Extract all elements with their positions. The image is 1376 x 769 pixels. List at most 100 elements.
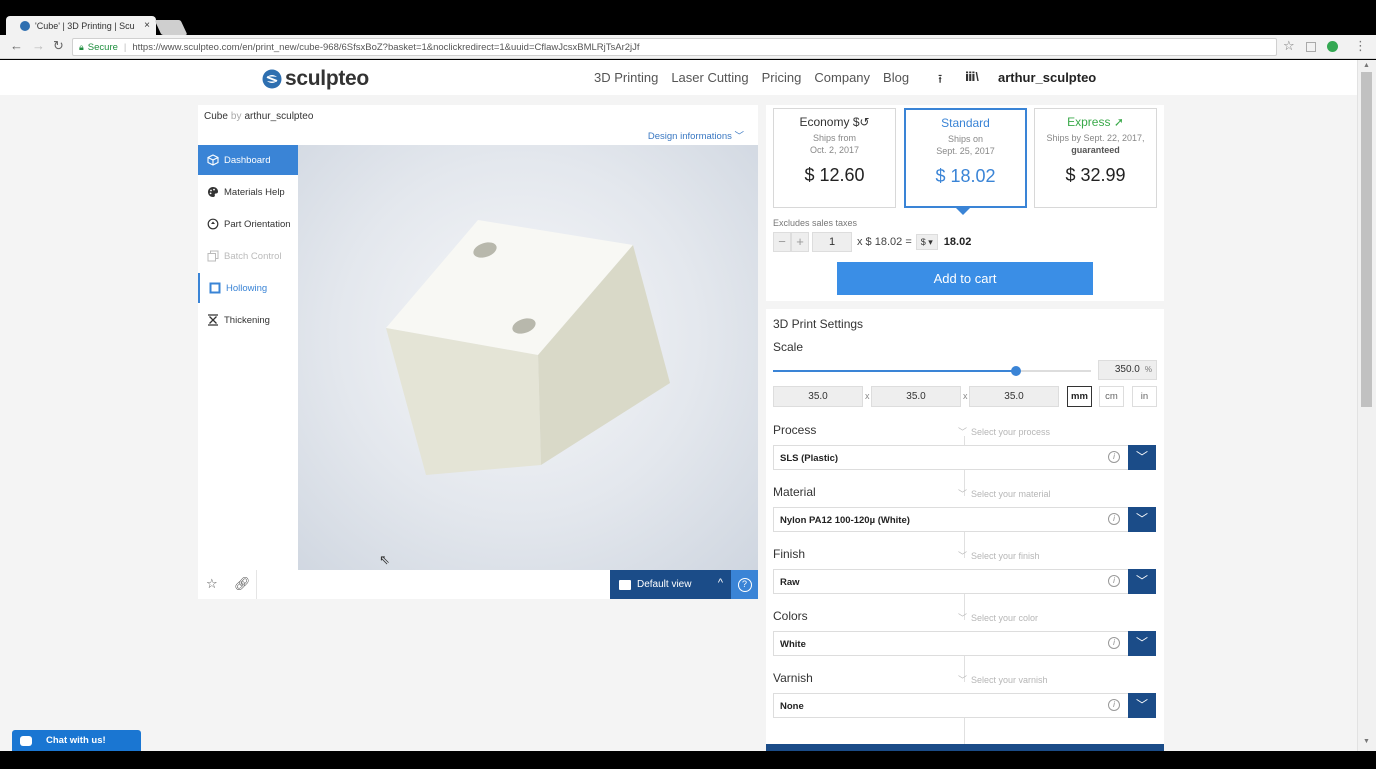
- colors-select[interactable]: White i ﹀: [773, 631, 1156, 656]
- tier-name: Economy $↺: [799, 115, 870, 129]
- info-icon[interactable]: i: [1108, 699, 1120, 711]
- default-view-button[interactable]: Default view ^: [610, 570, 731, 599]
- cube-model: [386, 220, 670, 475]
- tier-name: Express ➚: [1067, 115, 1124, 129]
- nav-blog[interactable]: Blog: [883, 70, 909, 85]
- scale-label: Scale: [773, 340, 804, 354]
- scroll-thumb[interactable]: [1361, 72, 1372, 407]
- grammarly-icon[interactable]: [1327, 41, 1338, 52]
- sidebar-item-batch-control[interactable]: Batch Control: [198, 241, 298, 271]
- chevron-down-icon[interactable]: ﹀: [1128, 569, 1156, 594]
- page-scrollbar[interactable]: ▲ ▼: [1357, 60, 1376, 751]
- unit-in-button[interactable]: in: [1132, 386, 1157, 407]
- letterbox-top: [0, 0, 1376, 8]
- info-icon[interactable]: i: [1108, 575, 1120, 587]
- selected-tier-indicator: [956, 208, 970, 215]
- default-view-label: Default view: [637, 579, 692, 590]
- info-icon[interactable]: i: [1108, 451, 1120, 463]
- scroll-down-icon[interactable]: ▼: [1363, 738, 1370, 745]
- sidebar-item-label: Materials Help: [224, 186, 285, 198]
- scale-slider-handle[interactable]: [1011, 366, 1022, 376]
- library-icon[interactable]: ⅲ\: [965, 70, 979, 84]
- quantity-minus-button[interactable]: −: [773, 232, 791, 252]
- quantity-plus-button[interactable]: +: [791, 232, 809, 252]
- chat-button[interactable]: Chat with us!: [12, 730, 141, 751]
- dimension-y-input[interactable]: 35.0: [871, 386, 961, 407]
- finish-label: Finish: [773, 547, 806, 561]
- sidebar-item-materials-help[interactable]: Materials Help: [198, 177, 298, 207]
- nav-company[interactable]: Company: [814, 70, 870, 85]
- tier-price: $ 12.60: [804, 165, 865, 185]
- chat-label: Chat with us!: [46, 735, 106, 746]
- bookmark-star-icon[interactable]: ☆: [1283, 38, 1295, 54]
- close-tab-icon[interactable]: ×: [144, 20, 150, 31]
- dimension-separator: x: [865, 391, 870, 401]
- economy-icon: $↺: [852, 115, 870, 129]
- reload-icon[interactable]: ↻: [53, 38, 64, 54]
- design-author[interactable]: arthur_sculpteo: [244, 111, 313, 122]
- favicon-icon: [20, 20, 30, 31]
- sidebar-item-label: Batch Control: [224, 250, 282, 262]
- favorite-star-icon[interactable]: ☆: [206, 576, 218, 592]
- process-label: Process: [773, 423, 817, 437]
- dimension-x-input[interactable]: 35.0: [773, 386, 863, 407]
- tier-shipping: Ships on Sept. 25, 2017: [936, 134, 995, 156]
- chevron-down-icon[interactable]: ﹀: [1128, 507, 1156, 532]
- tier-shipping: Ships by Sept. 22, 2017, guaranteed: [1046, 133, 1145, 155]
- pricing-card: Economy $↺ Ships from Oct. 2, 2017 $ 12.6…: [766, 105, 1164, 301]
- new-tab-button[interactable]: [154, 20, 188, 35]
- varnish-select[interactable]: None i ﹀: [773, 693, 1156, 718]
- link-icon[interactable]: 🔗︎: [234, 576, 251, 592]
- scale-slider[interactable]: [773, 366, 1091, 376]
- unit-mm-button[interactable]: mm: [1067, 386, 1092, 407]
- tier-economy[interactable]: Economy $↺ Ships from Oct. 2, 2017 $ 12.6…: [773, 108, 896, 208]
- info-icon[interactable]: i: [1108, 637, 1120, 649]
- varnish-hint: ﹀ Select your varnish: [958, 675, 1048, 685]
- nav-3d-printing[interactable]: 3D Printing: [594, 70, 658, 85]
- chevron-down-icon[interactable]: ﹀: [1128, 631, 1156, 656]
- design-informations-link[interactable]: Design informations ﹀: [648, 128, 744, 142]
- url-separator: |: [123, 41, 127, 53]
- help-button[interactable]: ?: [731, 570, 758, 599]
- scroll-up-icon[interactable]: ▲: [1363, 62, 1370, 69]
- dimension-z-input[interactable]: 35.0: [969, 386, 1059, 407]
- back-arrow-icon[interactable]: ←: [10, 38, 23, 53]
- finish-select[interactable]: Raw i ﹀: [773, 569, 1156, 594]
- chat-bubble-icon: [20, 735, 32, 746]
- tier-express[interactable]: Express ➚ Ships by Sept. 22, 2017, guaran…: [1034, 108, 1157, 208]
- sidebar-item-part-orientation[interactable]: Part Orientation: [198, 209, 298, 239]
- sculpteo-logo[interactable]: sculpteo: [262, 67, 369, 91]
- url-input[interactable]: 🔒︎ Secure | https://www.sculpteo.com/en/…: [72, 38, 1277, 56]
- username-link[interactable]: arthur_sculpteo: [998, 70, 1096, 85]
- next-step-bar[interactable]: [766, 744, 1164, 751]
- tier-name: Standard: [941, 116, 990, 130]
- sidebar-item-hollowing[interactable]: Hollowing: [198, 273, 298, 303]
- chevron-down-icon[interactable]: ﹀: [1128, 445, 1156, 470]
- scale-percent-input[interactable]: 350.0%: [1098, 360, 1157, 380]
- extension-icon[interactable]: [1306, 42, 1316, 52]
- material-select[interactable]: Nylon PA12 100-120µ (White) i ﹀: [773, 507, 1156, 532]
- quantity-input[interactable]: 1: [812, 232, 852, 252]
- forward-arrow-icon[interactable]: →: [32, 38, 45, 53]
- sidebar-item-dashboard[interactable]: Dashboard: [198, 145, 298, 175]
- process-select[interactable]: SLS (Plastic) i ﹀: [773, 445, 1156, 470]
- tier-standard[interactable]: Standard Ships on Sept. 25, 2017 $ 18.02: [904, 108, 1027, 208]
- chevron-up-icon[interactable]: ^: [718, 577, 723, 589]
- browser-tab[interactable]: 'Cube' | 3D Printing | Scu ×: [6, 16, 156, 35]
- tier-price: $ 18.02: [935, 166, 996, 186]
- chevron-down-icon[interactable]: ﹀: [1128, 693, 1156, 718]
- nav-pricing[interactable]: Pricing: [762, 70, 802, 85]
- express-icon: ➚: [1113, 115, 1124, 129]
- sidebar-item-label: Thickening: [224, 314, 270, 326]
- 3d-viewer-canvas[interactable]: [298, 145, 758, 570]
- sidebar-item-thickening[interactable]: Thickening: [198, 305, 298, 335]
- url-text: https://www.sculpteo.com/en/print_new/cu…: [132, 41, 640, 53]
- upload-icon[interactable]: ⭱: [938, 70, 942, 91]
- currency-select[interactable]: $ ▾: [915, 234, 938, 250]
- add-to-cart-button[interactable]: Add to cart: [837, 262, 1093, 295]
- nav-laser-cutting[interactable]: Laser Cutting: [671, 70, 748, 85]
- browser-menu-icon[interactable]: ⋮: [1354, 38, 1367, 54]
- info-icon[interactable]: i: [1108, 513, 1120, 525]
- total-price: 18.02: [943, 236, 972, 248]
- unit-cm-button[interactable]: cm: [1099, 386, 1124, 407]
